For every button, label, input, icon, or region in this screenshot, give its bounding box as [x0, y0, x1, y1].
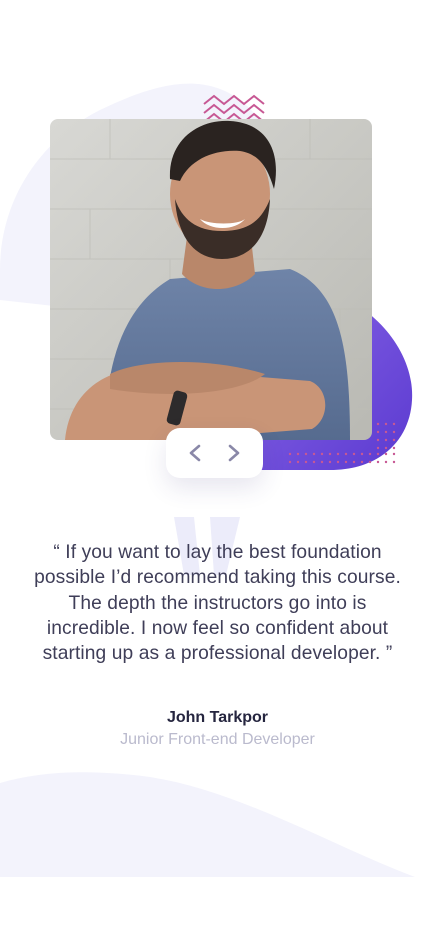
prev-button[interactable]	[184, 442, 206, 464]
chevron-right-icon	[228, 444, 240, 462]
testimonial-quote: “ If you want to lay the best foundation…	[34, 542, 401, 665]
person-photo-icon	[50, 119, 372, 440]
background-blob-bottom	[0, 772, 415, 877]
chevron-left-icon	[189, 444, 201, 462]
next-button[interactable]	[223, 442, 245, 464]
testimonial-navigation	[166, 428, 263, 478]
author-role: Junior Front-end Developer	[120, 731, 315, 748]
testimonial-photo	[50, 119, 372, 440]
author-name: John Tarkpor	[166, 709, 269, 726]
